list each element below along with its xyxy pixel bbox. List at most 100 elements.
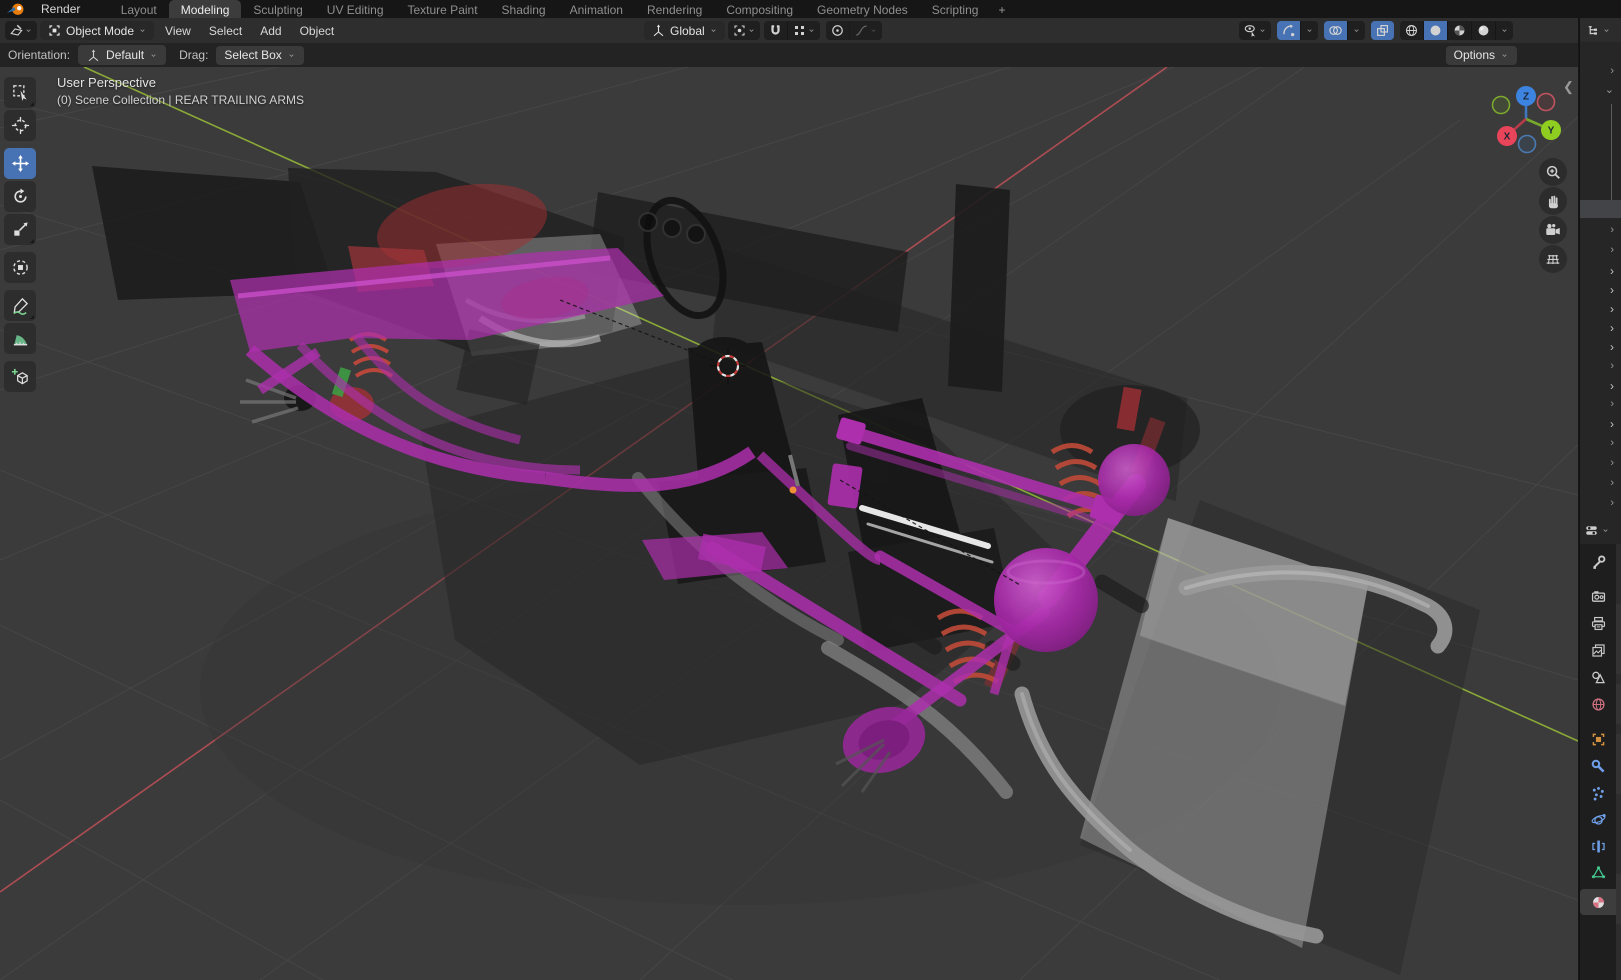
tool-settings-bar: Orientation: Default Drag: Select Box Op… — [0, 43, 1578, 67]
outliner-selected-row[interactable] — [1580, 200, 1621, 218]
tool-scale[interactable] — [4, 214, 36, 245]
properties-tab-object[interactable] — [1580, 726, 1616, 752]
shading-wireframe-button[interactable] — [1400, 21, 1423, 40]
properties-tab-particles[interactable] — [1580, 780, 1616, 806]
material-icon — [1592, 896, 1604, 908]
navigation-axis-gizmo[interactable]: Z Y X — [1480, 74, 1576, 158]
tab-sculpting[interactable]: Sculpting — [241, 0, 314, 18]
rotate-icon — [13, 187, 27, 203]
outliner-chevron-down[interactable]: ⌄ — [1580, 81, 1621, 98]
show-overlays-toggle[interactable] — [1324, 21, 1347, 40]
outliner-chevron-right[interactable]: › — [1580, 338, 1621, 355]
snap-toggle[interactable] — [764, 21, 787, 40]
xray-toggle[interactable] — [1371, 21, 1394, 40]
mode-dropdown[interactable]: Object Mode — [40, 21, 155, 40]
outliner-chevron-right[interactable]: › — [1580, 300, 1621, 317]
visibility-dropdown[interactable] — [1239, 21, 1271, 40]
outliner-chevron-right[interactable]: › — [1580, 262, 1621, 279]
outliner-chevron-right[interactable]: › — [1580, 494, 1621, 511]
shading-rendered-button[interactable] — [1471, 21, 1495, 40]
outliner-chevron-right[interactable]: › — [1580, 319, 1621, 336]
add-workspace-button[interactable]: + — [990, 0, 1013, 18]
axis-neg-z-ball[interactable] — [1517, 134, 1537, 154]
outliner-chevron-right[interactable]: › — [1580, 377, 1621, 394]
axis-z-ball[interactable]: Z — [1516, 86, 1536, 106]
outliner-chevron-right[interactable]: › — [1580, 357, 1621, 374]
tab-geometry-nodes[interactable]: Geometry Nodes — [805, 0, 920, 18]
properties-tab-tool[interactable] — [1580, 549, 1616, 575]
axis-y-ball[interactable]: Y — [1541, 120, 1561, 140]
shading-solid-button[interactable] — [1423, 21, 1447, 40]
3d-viewport[interactable]: User Perspective (0) Scene Collection | … — [0, 67, 1578, 980]
tab-texture-paint[interactable]: Texture Paint — [396, 0, 490, 18]
editor-type-button[interactable] — [5, 21, 37, 40]
viewport-menu-add[interactable]: Add — [251, 23, 290, 39]
tab-scripting[interactable]: Scripting — [920, 0, 991, 18]
outliner-chevron-right[interactable]: › — [1580, 395, 1621, 412]
tool-annotate[interactable] — [4, 290, 36, 321]
sidebar-collapse-arrow[interactable]: ❮ — [1563, 79, 1574, 95]
transform-orientation-dropdown[interactable]: Global — [644, 21, 725, 40]
orthographic-toggle-button[interactable] — [1539, 245, 1567, 273]
outliner-chevron-right[interactable]: › — [1580, 415, 1621, 432]
viewport-menu-object[interactable]: Object — [291, 23, 344, 39]
show-gizmo-toggle[interactable] — [1277, 21, 1300, 40]
blender-logo-icon[interactable] — [6, 2, 26, 16]
axis-neg-y-ball[interactable] — [1491, 95, 1511, 115]
axis-x-ball[interactable]: X — [1497, 126, 1517, 146]
tab-animation[interactable]: Animation — [558, 0, 635, 18]
properties-tab-view-layer[interactable] — [1580, 637, 1616, 663]
outliner-chevron-right[interactable]: › — [1580, 62, 1621, 79]
outliner-chevron-right[interactable]: › — [1580, 434, 1621, 451]
outliner-chevron-right[interactable]: › — [1580, 281, 1621, 298]
snap-settings-dropdown[interactable] — [786, 21, 820, 40]
viewport-menu-view[interactable]: View — [156, 23, 200, 39]
camera-view-button[interactable] — [1539, 216, 1567, 244]
drag-dropdown[interactable]: Select Box — [216, 45, 304, 65]
shading-material-button[interactable] — [1447, 21, 1471, 40]
pivot-point-dropdown[interactable] — [727, 21, 760, 40]
proportional-edit-toggle[interactable] — [826, 21, 849, 40]
axis-neg-x-ball[interactable] — [1536, 92, 1556, 112]
properties-tab-scene[interactable] — [1580, 664, 1616, 690]
tab-layout[interactable]: Layout — [109, 0, 169, 18]
tool-rotate[interactable] — [4, 181, 36, 212]
tool-select-box[interactable] — [4, 77, 36, 108]
properties-tab-physics[interactable] — [1580, 806, 1616, 832]
menu-render[interactable]: Render — [32, 1, 93, 17]
outliner-chevron-right[interactable]: › — [1580, 454, 1621, 471]
viewport-menu-select[interactable]: Select — [200, 23, 251, 39]
properties-tab-modifiers[interactable] — [1580, 753, 1616, 779]
outliner-editor-type-button[interactable] — [1580, 18, 1621, 42]
properties-tab-world[interactable] — [1580, 691, 1616, 717]
tool-measure[interactable] — [4, 323, 36, 354]
outliner-chevron-right[interactable]: › — [1580, 474, 1621, 491]
options-dropdown[interactable]: Options — [1445, 45, 1517, 65]
outliner-chevron-right[interactable]: › — [1580, 221, 1621, 238]
pan-hand-button[interactable] — [1539, 187, 1567, 215]
properties-tab-render[interactable] — [1580, 583, 1616, 609]
properties-editor-type-button[interactable] — [1580, 516, 1621, 544]
drag-label: Drag: — [179, 48, 209, 62]
proportional-falloff-dropdown[interactable] — [848, 21, 882, 40]
tool-transform[interactable] — [4, 252, 36, 283]
tool-add-cube[interactable] — [4, 361, 36, 392]
zoom-button[interactable] — [1539, 158, 1567, 186]
tab-uv-editing[interactable]: UV Editing — [315, 0, 396, 18]
outliner-chevron-right[interactable]: › — [1580, 241, 1621, 258]
tab-modeling[interactable]: Modeling — [168, 0, 242, 18]
properties-tab-output[interactable] — [1580, 610, 1616, 636]
tool-move[interactable] — [4, 148, 36, 179]
viewport-scene[interactable] — [0, 67, 1578, 980]
tab-rendering[interactable]: Rendering — [635, 0, 714, 18]
properties-tab-constraints[interactable] — [1580, 833, 1616, 859]
shading-dropdown[interactable] — [1495, 21, 1513, 40]
tool-cursor[interactable] — [4, 110, 36, 141]
tab-compositing[interactable]: Compositing — [714, 0, 805, 18]
properties-tab-object-data[interactable] — [1580, 859, 1616, 885]
properties-tab-material[interactable] — [1580, 889, 1616, 915]
overlays-dropdown[interactable] — [1347, 21, 1365, 40]
gizmo-dropdown[interactable] — [1300, 21, 1318, 40]
tab-shading[interactable]: Shading — [490, 0, 558, 18]
orientation-dropdown[interactable]: Default — [78, 45, 167, 65]
